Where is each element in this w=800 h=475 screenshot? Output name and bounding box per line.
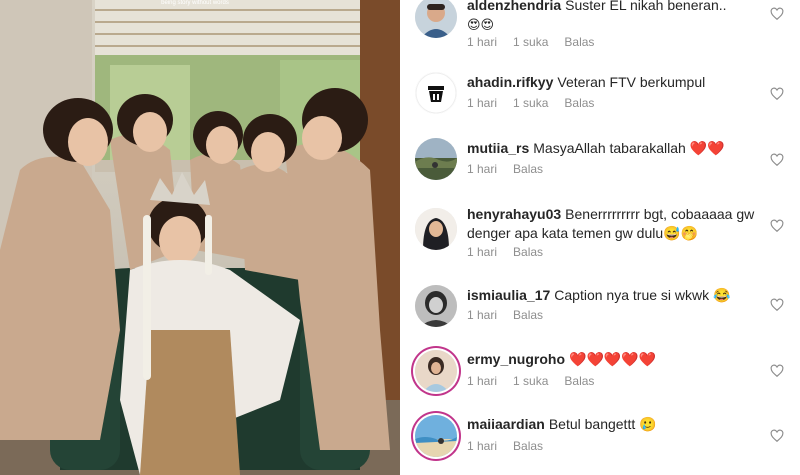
comment-time: 1 hari [467,308,498,322]
reply-button[interactable]: Balas [564,374,594,388]
comment-text: mutiia_rs MasyaAllah tabarakallah ❤️❤️ [467,139,762,158]
comment-username[interactable]: mutiia_rs [467,140,529,156]
comment-body: Veteran FTV berkumpul [557,74,706,90]
comment-time: 1 hari [467,162,498,176]
photo-watermark: being story without words [161,0,229,6]
comment-body: Suster EL nikah beneran.. [565,0,727,13]
avatar[interactable] [415,350,457,392]
comment-meta: 1 hari 1 suka Balas [467,96,610,110]
comment-body: Betul bangettt 🥲 [548,416,657,432]
heart-icon[interactable] [770,219,784,233]
reply-button[interactable]: Balas [513,162,543,176]
comment-text: henyrahayu03 Benerrrrrrrrr bgt, cobaaaaa … [467,205,762,243]
avatar[interactable] [415,72,457,114]
comment-text: aldenzhendria Suster EL nikah beneran.. 😍… [467,0,762,35]
comment-meta: 1 hari Balas [467,162,559,176]
comment-item: henyrahayu03 Benerrrrrrrrr bgt, cobaaaaa … [403,204,800,270]
comment-meta: 1 hari Balas [467,439,559,453]
comment-meta: 1 hari Balas [467,308,559,322]
reply-button[interactable]: Balas [513,308,543,322]
comment-item: ismiaulia_17 Caption nya true si wkwk 😂 1… [403,285,800,351]
comment-item: aldenzhendria Suster EL nikah beneran.. 😍… [403,0,800,58]
comment-username[interactable]: henyrahayu03 [467,206,561,222]
comment-like-count[interactable]: 1 suka [513,96,548,110]
comment-like-count[interactable]: 1 suka [513,374,548,388]
heart-icon[interactable] [770,7,784,21]
comment-meta: 1 hari Balas [467,245,559,259]
comment-time: 1 hari [467,35,498,49]
comment-username[interactable]: ismiaulia_17 [467,287,550,303]
comment-item: maiiaardian Betul bangettt 🥲 1 hari Balas [403,415,800,475]
comment-username[interactable]: maiiaardian [467,416,545,432]
comment-time: 1 hari [467,96,498,110]
comment-body: Caption nya true si wkwk 😂 [554,287,731,303]
comment-username[interactable]: ermy_nugroho [467,351,565,367]
comment-item: ermy_nugroho ❤️❤️❤️❤️❤️ 1 hari 1 suka Bal… [403,350,800,416]
comment-username[interactable]: ahadin.rifkyy [467,74,553,90]
comment-text: ismiaulia_17 Caption nya true si wkwk 😂 [467,286,762,305]
heart-icon[interactable] [770,364,784,378]
avatar[interactable] [415,0,457,38]
comment-username[interactable]: aldenzhendria [467,0,561,13]
avatar[interactable] [415,285,457,327]
comment-item: ahadin.rifkyy Veteran FTV berkumpul 1 har… [403,72,800,138]
comment-body-line2: 😍😍 [467,18,495,33]
avatar[interactable] [415,415,457,457]
heart-icon[interactable] [770,298,784,312]
heart-icon[interactable] [770,87,784,101]
reply-button[interactable]: Balas [564,96,594,110]
comment-item: mutiia_rs MasyaAllah tabarakallah ❤️❤️ 1 … [403,138,800,204]
comment-time: 1 hari [467,374,498,388]
comment-time: 1 hari [467,245,498,259]
comment-text: maiiaardian Betul bangettt 🥲 [467,415,762,434]
comment-text: ahadin.rifkyy Veteran FTV berkumpul [467,73,762,92]
reply-button[interactable]: Balas [564,35,594,49]
comment-text: ermy_nugroho ❤️❤️❤️❤️❤️ [467,350,762,369]
comment-list[interactable]: aldenzhendria Suster EL nikah beneran.. 😍… [403,0,800,475]
comment-body: ❤️❤️❤️❤️❤️ [569,351,657,367]
heart-icon[interactable] [770,153,784,167]
heart-icon[interactable] [770,429,784,443]
comment-meta: 1 hari 1 suka Balas [467,374,610,388]
comment-time: 1 hari [467,439,498,453]
avatar[interactable] [415,208,457,250]
comment-like-count[interactable]: 1 suka [513,35,548,49]
comment-meta: 1 hari 1 suka Balas [467,35,610,49]
reply-button[interactable]: Balas [513,245,543,259]
reply-button[interactable]: Balas [513,439,543,453]
wedding-photo: being story without words [0,0,400,475]
comment-body: MasyaAllah tabarakallah ❤️❤️ [533,140,725,156]
avatar[interactable] [415,138,457,180]
